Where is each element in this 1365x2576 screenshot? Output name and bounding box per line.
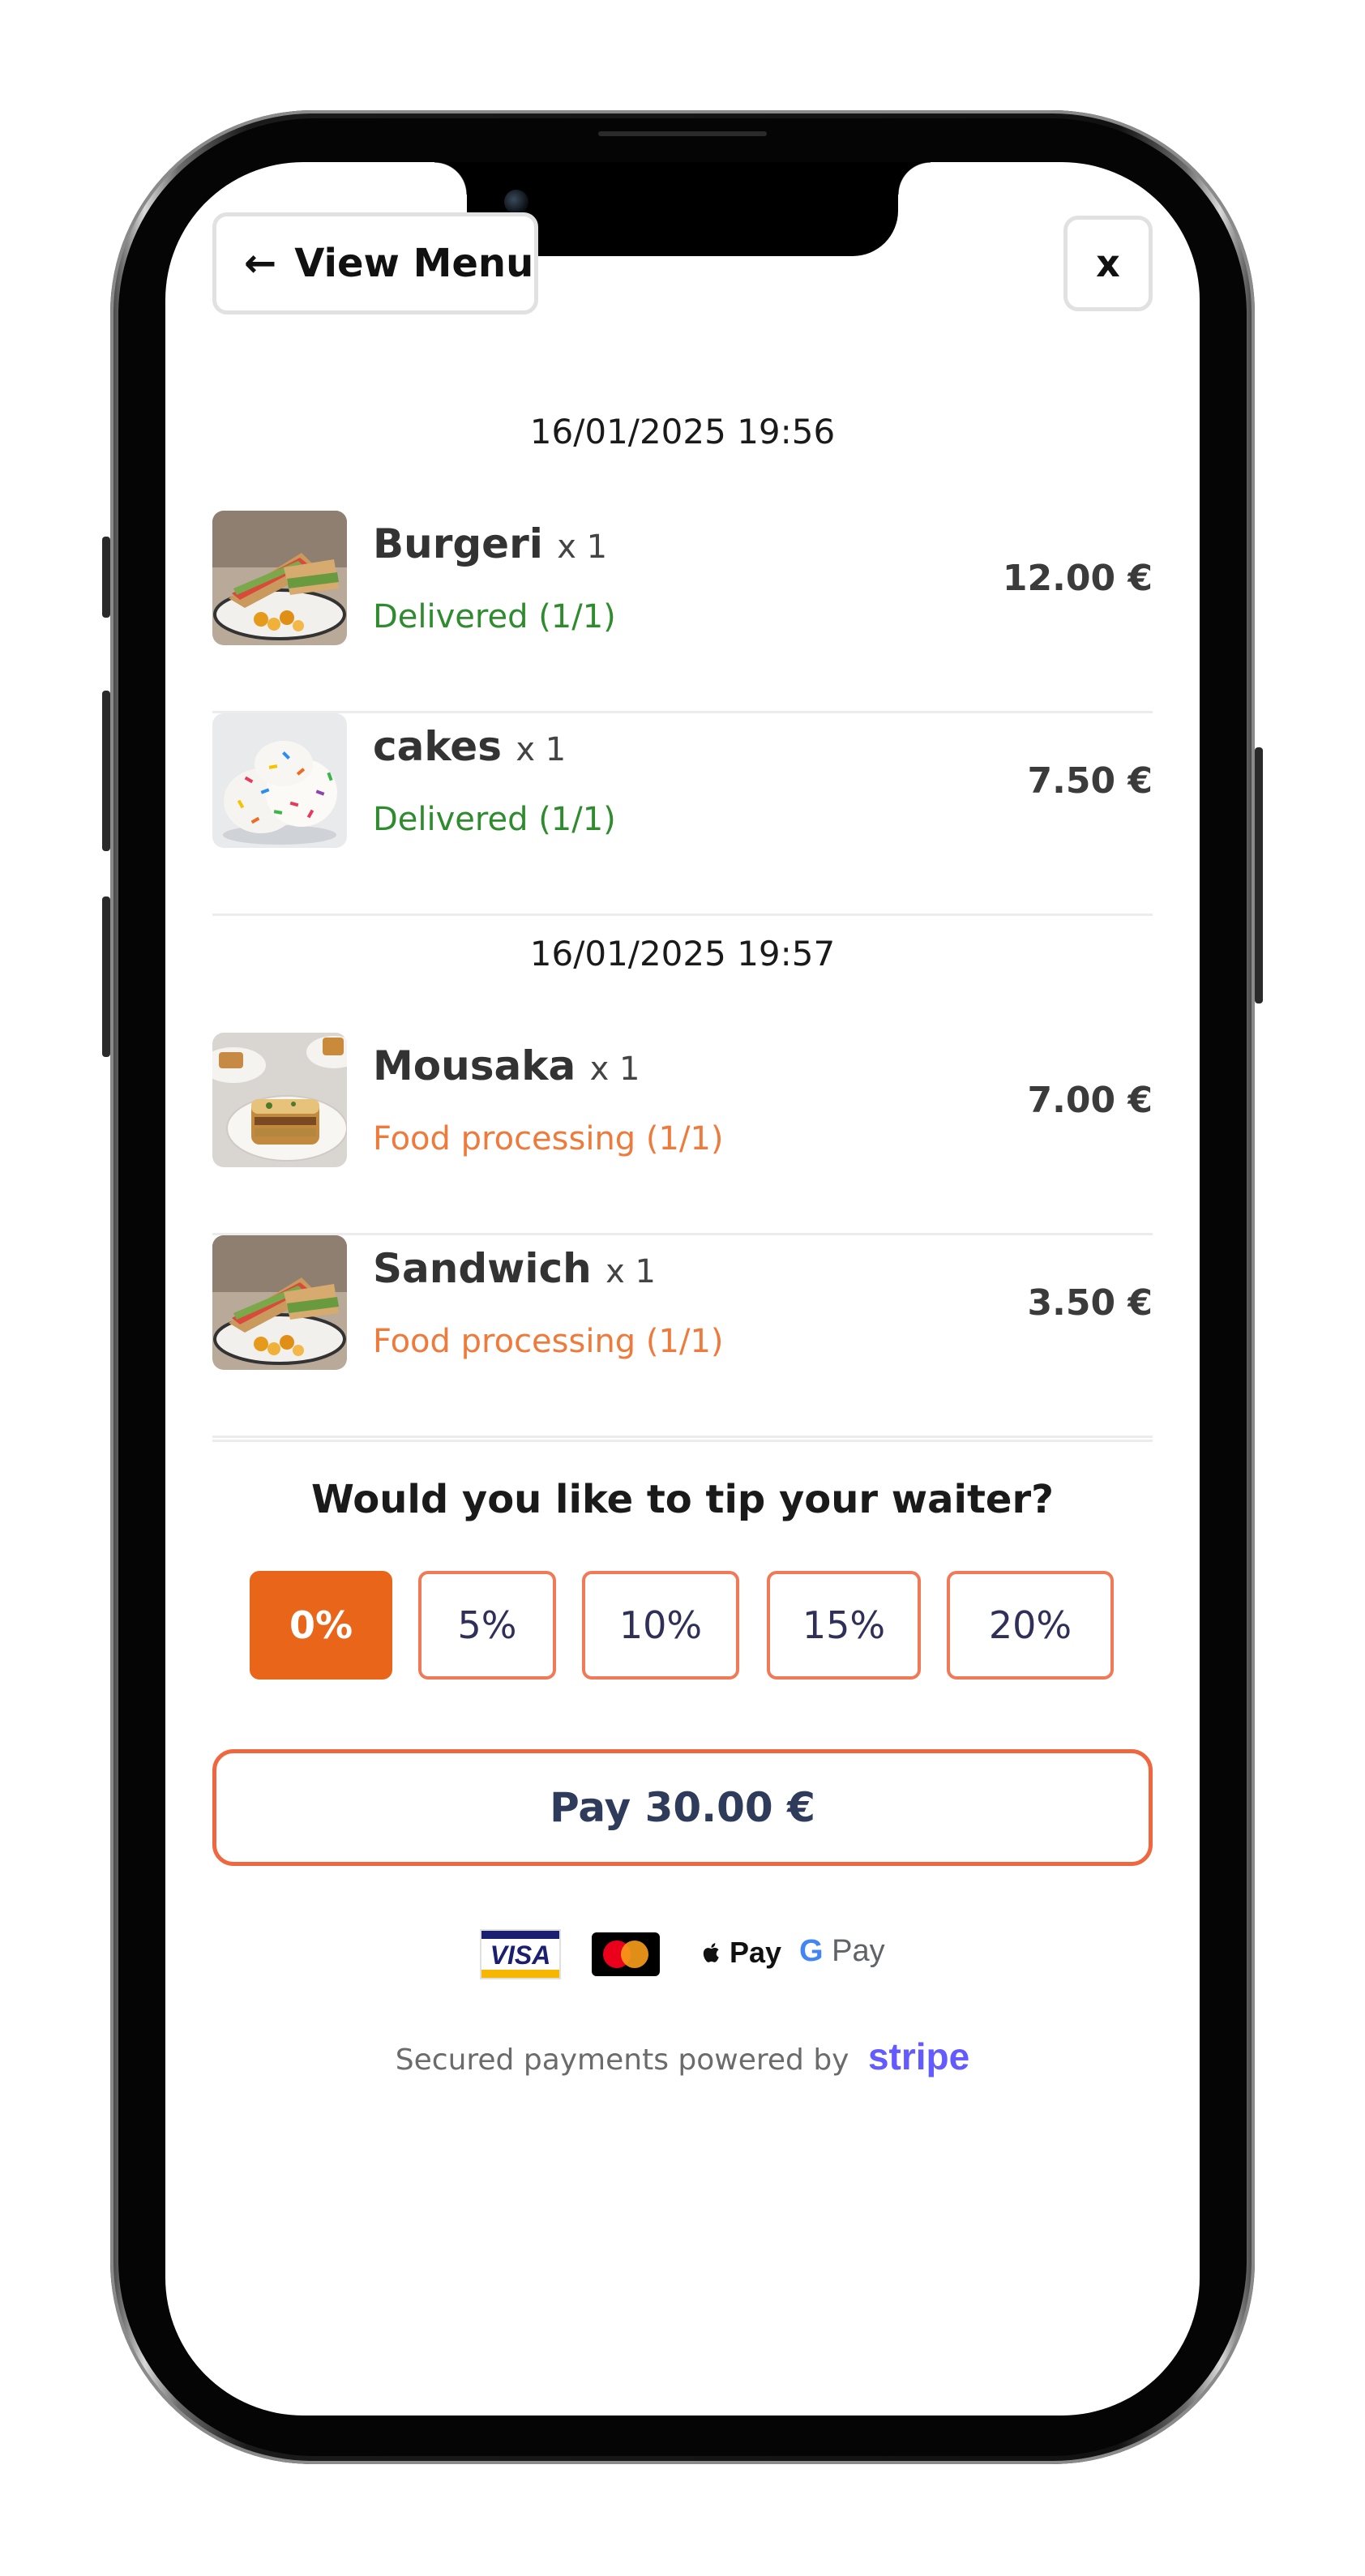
sandwich-plate-photo — [212, 1235, 347, 1370]
google-g-icon: G — [799, 1934, 824, 1968]
google-pay-icon: G Pay — [799, 1934, 885, 1969]
apple-pay-icon: Pay — [700, 1936, 781, 1970]
tip-title: Would you like to tip your waiter? — [311, 1477, 1054, 1522]
view-menu-label: View Menu — [294, 241, 534, 286]
sandwich-plate-photo — [212, 511, 347, 645]
view-menu-button[interactable]: ← View Menu — [212, 212, 538, 315]
item-quantity: x 1 — [589, 1051, 640, 1088]
item-quantity: x 1 — [516, 731, 567, 768]
item-quantity: x 1 — [605, 1253, 656, 1290]
apple-pay-label: Pay — [730, 1936, 782, 1969]
item-name: Sandwich x 1 — [373, 1245, 656, 1292]
tip-option-10[interactable]: 10% — [582, 1571, 739, 1680]
item-name-text: Burgeri — [373, 520, 543, 567]
item-quantity: x 1 — [557, 528, 608, 566]
secured-text: Secured payments powered by — [395, 2043, 849, 2077]
tip-option-15[interactable]: 15% — [767, 1571, 921, 1680]
tip-option-5[interactable]: 5% — [418, 1571, 556, 1680]
item-name-text: cakes — [373, 723, 502, 770]
item-price: 12.00 € — [1002, 558, 1153, 599]
visa-label: VISA — [490, 1941, 551, 1970]
visa-icon: VISA — [480, 1929, 561, 1979]
tip-option-0[interactable]: 0% — [250, 1571, 392, 1680]
close-button[interactable]: x — [1063, 216, 1153, 311]
item-name-text: Sandwich — [373, 1245, 592, 1292]
sprinkle-ice-cream-photo — [212, 713, 347, 848]
order-item: Sandwich x 1 Food processing (1/1) 3.50 … — [212, 1235, 1153, 1438]
item-status: Food processing (1/1) — [373, 1120, 724, 1157]
item-price: 7.00 € — [1027, 1080, 1153, 1121]
item-status: Delivered (1/1) — [373, 801, 616, 838]
front-camera — [504, 190, 528, 214]
item-price: 3.50 € — [1027, 1282, 1153, 1324]
item-name: Mousaka x 1 — [373, 1042, 640, 1089]
apple-logo-icon — [703, 1943, 719, 1962]
order-timestamp: 16/01/2025 19:56 — [529, 412, 836, 451]
mute-switch — [102, 537, 110, 618]
item-name: Burgeri x 1 — [373, 520, 607, 567]
stripe-logo[interactable]: stripe — [868, 2035, 969, 2077]
mastercard-icon — [592, 1932, 660, 1976]
secured-payments-note: Secured payments powered by stripe — [0, 2035, 1365, 2078]
payment-methods: VISA Pay G Pay — [0, 1929, 1365, 1986]
mousaka-plates-photo — [212, 1033, 347, 1167]
item-name: cakes x 1 — [373, 723, 566, 770]
section-divider — [212, 1440, 1153, 1442]
item-name-text: Mousaka — [373, 1042, 576, 1089]
volume-up-button — [102, 691, 110, 851]
order-item: cakes x 1 Delivered (1/1) 7.50 € — [212, 713, 1153, 916]
item-price: 7.50 € — [1027, 760, 1153, 802]
earpiece-speaker — [598, 131, 767, 136]
order-item: Mousaka x 1 Food processing (1/1) 7.00 € — [212, 1033, 1153, 1235]
google-pay-label: Pay — [832, 1934, 885, 1968]
back-arrow-icon: ← — [244, 241, 277, 286]
order-timestamp: 16/01/2025 19:57 — [529, 934, 836, 973]
item-status: Delivered (1/1) — [373, 598, 616, 635]
volume-down-button — [102, 896, 110, 1057]
pay-button[interactable]: Pay 30.00 € — [212, 1749, 1153, 1866]
order-item: Burgeri x 1 Delivered (1/1) 12.00 € — [212, 511, 1153, 713]
tip-option-20[interactable]: 20% — [947, 1571, 1114, 1680]
power-button — [1255, 747, 1263, 1003]
close-icon: x — [1096, 242, 1120, 285]
item-status: Food processing (1/1) — [373, 1323, 724, 1360]
